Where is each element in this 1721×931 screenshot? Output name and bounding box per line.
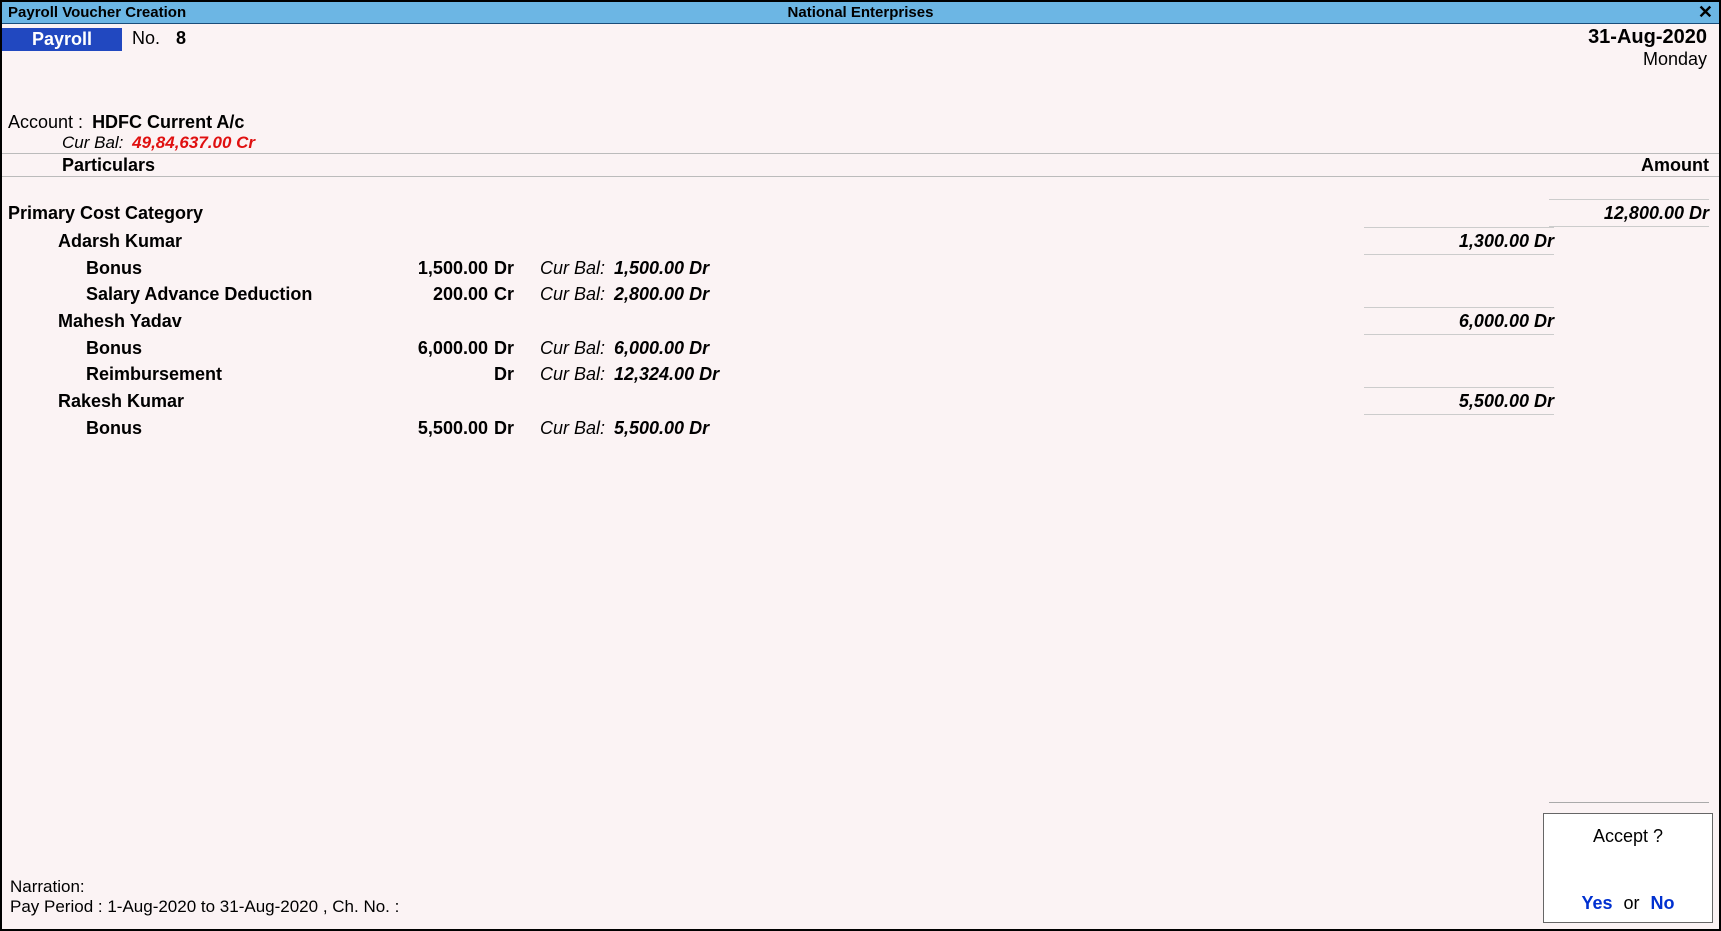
payhead-amount[interactable]: 1,500.00 — [388, 255, 488, 281]
close-icon[interactable]: ✕ — [1698, 2, 1713, 23]
payhead-curbal-label: Cur Bal: — [528, 281, 608, 307]
voucher-window: Payroll Voucher Creation National Enterp… — [0, 0, 1721, 931]
payhead-curbal-label: Cur Bal: — [528, 255, 608, 281]
payhead-curbal-value: 2,800.00 Dr — [608, 281, 709, 307]
titlebar: Payroll Voucher Creation National Enterp… — [2, 2, 1719, 24]
voucher-day: Monday — [1588, 49, 1707, 70]
voucher-no-value[interactable]: 8 — [176, 26, 186, 49]
header-amount: Amount — [1549, 155, 1709, 176]
account-name[interactable]: HDFC Current A/c — [92, 112, 244, 132]
payhead-name[interactable]: Salary Advance Deduction — [8, 281, 388, 307]
payhead-curbal-value: 5,500.00 Dr — [608, 415, 709, 441]
accept-no-button[interactable]: No — [1651, 893, 1675, 913]
payhead-drcr: Dr — [488, 361, 528, 387]
payhead-name[interactable]: Bonus — [8, 415, 388, 441]
payhead-amount[interactable]: 5,500.00 — [388, 415, 488, 441]
payhead-curbal-value: 12,324.00 Dr — [608, 361, 719, 387]
titlebar-title: Payroll Voucher Creation — [8, 4, 186, 21]
payhead-drcr: Dr — [488, 255, 528, 281]
cost-category-name[interactable]: Primary Cost Category — [8, 200, 1549, 226]
company-name: National Enterprises — [788, 4, 934, 21]
payhead-curbal-label: Cur Bal: — [528, 361, 608, 387]
payhead-curbal-label: Cur Bal: — [528, 415, 608, 441]
account-curbal-label: Cur Bal: — [62, 133, 123, 152]
header-particulars: Particulars — [62, 155, 1549, 176]
employee-name[interactable]: Adarsh Kumar — [8, 228, 1364, 254]
payhead-name[interactable]: Bonus — [8, 335, 388, 361]
employee-name[interactable]: Rakesh Kumar — [8, 388, 1364, 414]
narration-text[interactable]: Pay Period : 1-Aug-2020 to 31-Aug-2020 ,… — [10, 897, 399, 917]
payhead-drcr: Dr — [488, 335, 528, 361]
column-headers: Particulars Amount — [2, 153, 1719, 177]
voucher-date[interactable]: 31-Aug-2020 — [1588, 26, 1707, 49]
payhead-drcr: Cr — [488, 281, 528, 307]
employee-amount: 6,000.00 Dr — [1364, 307, 1554, 335]
payhead-amount[interactable]: 6,000.00 — [388, 335, 488, 361]
accept-title: Accept ? — [1593, 826, 1663, 847]
cost-category-amount: 12,800.00 Dr — [1549, 199, 1709, 227]
payhead-name[interactable]: Reimbursement — [8, 361, 388, 387]
payhead-name[interactable]: Bonus — [8, 255, 388, 281]
payhead-curbal-label: Cur Bal: — [528, 335, 608, 361]
voucher-content: Primary Cost Category 12,800.00 Dr Adars… — [2, 177, 1719, 929]
payhead-amount[interactable]: 200.00 — [388, 281, 488, 307]
employee-amount: 1,300.00 Dr — [1364, 227, 1554, 255]
payhead-curbal-value: 1,500.00 Dr — [608, 255, 709, 281]
employee-name[interactable]: Mahesh Yadav — [8, 308, 1364, 334]
accept-dialog: Accept ? Yes or No — [1543, 813, 1713, 923]
voucher-no-label: No. — [132, 26, 160, 49]
payhead-curbal-value: 6,000.00 Dr — [608, 335, 709, 361]
body-area: Payroll No. 8 31-Aug-2020 Monday Account… — [2, 24, 1719, 929]
account-curbal-value: 49,84,637.00 Cr — [132, 133, 255, 152]
employee-amount: 5,500.00 Dr — [1364, 387, 1554, 415]
voucher-type-badge[interactable]: Payroll — [2, 28, 122, 51]
accept-or-text: or — [1624, 893, 1640, 913]
account-label: Account : — [8, 112, 83, 132]
narration-label: Narration: — [10, 877, 399, 897]
payhead-drcr: Dr — [488, 415, 528, 441]
accept-yes-button[interactable]: Yes — [1581, 893, 1612, 913]
